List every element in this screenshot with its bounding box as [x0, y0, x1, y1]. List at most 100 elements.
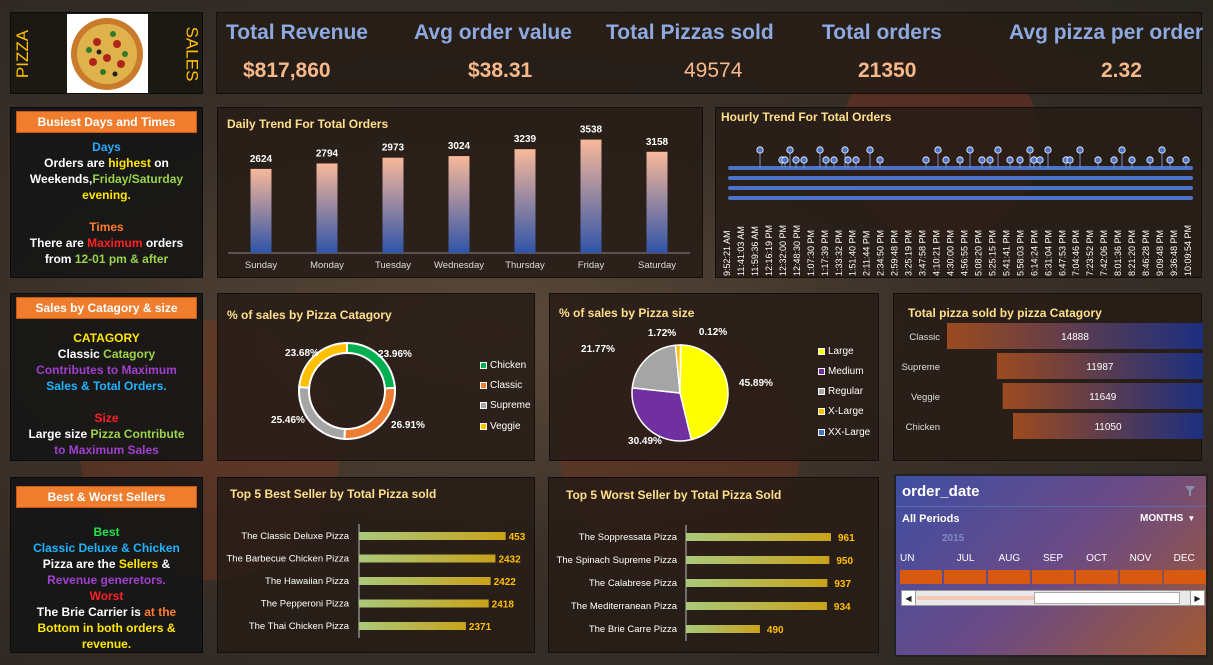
clear-filter-icon[interactable] [1184, 485, 1196, 497]
month-bar[interactable] [1164, 570, 1206, 584]
top5-best-chart: The Classic Deluxe Pizza 453 The Barbecue … [226, 524, 526, 638]
best-worst-panel: Best & Worst Sellers Best Classic Deluxe… [10, 477, 203, 653]
hourly-tick-label: 2:34:50 PM [876, 230, 886, 276]
size-slice-label: 45.89% [739, 378, 773, 389]
hourly-point [876, 156, 884, 164]
seller-bar [359, 554, 496, 563]
daily-data-label: 3158 [646, 137, 669, 148]
legend-classic: Classic [480, 380, 522, 391]
seller-tick-label: The Calabrese Pizza [589, 578, 678, 589]
month-bar[interactable] [1076, 570, 1118, 584]
worst-label: Worst [89, 589, 124, 603]
hourly-point [1110, 156, 1118, 164]
hourly-tick-label: 12:32:00 PM [778, 225, 788, 276]
category-size-panel: Sales by Catagory & size CATAGORY Classi… [10, 293, 203, 461]
month-bar[interactable] [988, 570, 1030, 584]
daily-trend-panel: Daily Trend For Total Orders 2624 Sunday 2… [217, 107, 703, 278]
scroll-right-icon: ▶ [1194, 593, 1201, 603]
hourly-tick-label: 6:31:04 PM [1043, 230, 1053, 276]
hourly-point [841, 146, 849, 154]
category-slice-label: 23.96% [378, 349, 412, 360]
month-bar[interactable] [900, 570, 942, 584]
daily-tick-label: Monday [310, 260, 344, 271]
seller-bar [359, 577, 491, 585]
kpi-title-total-orders: Total orders [822, 21, 942, 44]
hourly-point [934, 146, 942, 154]
timeline-scrollbar[interactable]: ◀ ▶ [901, 590, 1205, 606]
category-total-data-label: 14888 [1061, 332, 1089, 343]
seller-data-label: 934 [834, 602, 851, 613]
scroll-right-button[interactable]: ▶ [1190, 591, 1204, 605]
size-pct-panel: % of sales by Pizza size 45.89% 30.49% 21.… [549, 293, 879, 461]
daily-tick-label: Tuesday [375, 260, 411, 271]
size-slice-label: 1.72% [648, 328, 676, 339]
seller-bar [359, 622, 466, 630]
hourly-tick-label: 1:17:39 PM [820, 230, 830, 276]
hourly-point [756, 146, 764, 154]
daily-bar [646, 151, 668, 253]
month-label: SEP [1043, 553, 1064, 564]
seller-bar [686, 602, 827, 610]
hourly-tick-label: 8:01:36 PM [1113, 230, 1123, 276]
hourly-trend-panel: Hourly Trend For Total Orders 9:52:21 AM… [715, 107, 1202, 278]
seller-bar [686, 533, 831, 541]
size-pie-slice [679, 344, 682, 394]
hourly-point [1066, 156, 1074, 164]
hourly-tick-label: 9:52:21 AM [722, 230, 732, 276]
times-label: Times [89, 220, 124, 234]
hourly-point [1016, 156, 1024, 164]
time-level-dropdown[interactable]: MONTHS ▼ [1140, 513, 1195, 524]
hourly-tick-label: 3:47:58 PM [918, 230, 928, 276]
scroll-thumb[interactable] [1034, 592, 1180, 604]
month-bar[interactable] [944, 570, 986, 584]
seller-bar [686, 625, 760, 633]
daily-tick-label: Thursday [505, 260, 545, 271]
logo-sales-text: SALES [182, 26, 201, 82]
hourly-point [1166, 156, 1174, 164]
hourly-point [786, 146, 794, 154]
hourly-tick-label: 1:33:32 PM [834, 230, 844, 276]
daily-bar [382, 157, 404, 253]
month-label: NOV [1129, 553, 1152, 564]
legend-veggie: Veggie [480, 421, 521, 432]
slicer-year: 2015 [942, 533, 965, 544]
month-bars [900, 570, 1206, 584]
daily-data-label: 3239 [514, 134, 537, 145]
category-total-tick-label: Chicken [906, 422, 940, 433]
hourly-tick-label: 9:09:48 PM [1155, 230, 1165, 276]
scroll-left-icon: ◀ [905, 593, 912, 603]
hourly-point [1076, 146, 1084, 154]
hourly-point [866, 146, 874, 154]
kpi-title-total-pizzas-sold: Total Pizzas sold [606, 21, 774, 44]
hourly-tick-label: 4:56:55 PM [959, 230, 969, 276]
pizza-icon [71, 18, 143, 90]
category-total-data-label: 11987 [1086, 362, 1114, 373]
kpi-value-total-pizzas-sold: 49574 [684, 59, 743, 82]
hourly-point [792, 156, 800, 164]
hourly-tick-label: 6:47:53 PM [1057, 230, 1067, 276]
hourly-point [781, 156, 789, 164]
hourly-trend-chart: 9:52:21 AM 11:41:03 AM 11:59:36 AM 12:16:19… [722, 146, 1193, 276]
daily-bar [316, 163, 338, 253]
hourly-point [994, 146, 1002, 154]
category-slice-label: 25.46% [271, 415, 305, 426]
month-bar[interactable] [1032, 570, 1074, 584]
scroll-left-button[interactable]: ◀ [902, 591, 916, 605]
month-bar[interactable] [1120, 570, 1162, 584]
hourly-point [1030, 156, 1038, 164]
hourly-tick-label: 1:07:30 PM [806, 230, 816, 276]
hourly-tick-label: 5:08:20 PM [973, 230, 983, 276]
seller-tick-label: The Pepperoni Pizza [261, 599, 350, 610]
hourly-tick-label: 2:59:48 PM [890, 230, 900, 276]
seller-data-label: 2432 [498, 555, 521, 566]
kpi-value-avg-order-value: $38.31 [468, 59, 533, 82]
hourly-point [1026, 146, 1034, 154]
size-slice-label: 21.77% [581, 344, 615, 355]
category-total-tick-label: Supreme [901, 362, 940, 373]
hourly-point [1158, 146, 1166, 154]
hourly-point [922, 156, 930, 164]
daily-tick-label: Wednesday [434, 260, 484, 271]
hourly-point [1128, 156, 1136, 164]
category-donut-slice [298, 385, 346, 440]
hourly-point [1006, 156, 1014, 164]
